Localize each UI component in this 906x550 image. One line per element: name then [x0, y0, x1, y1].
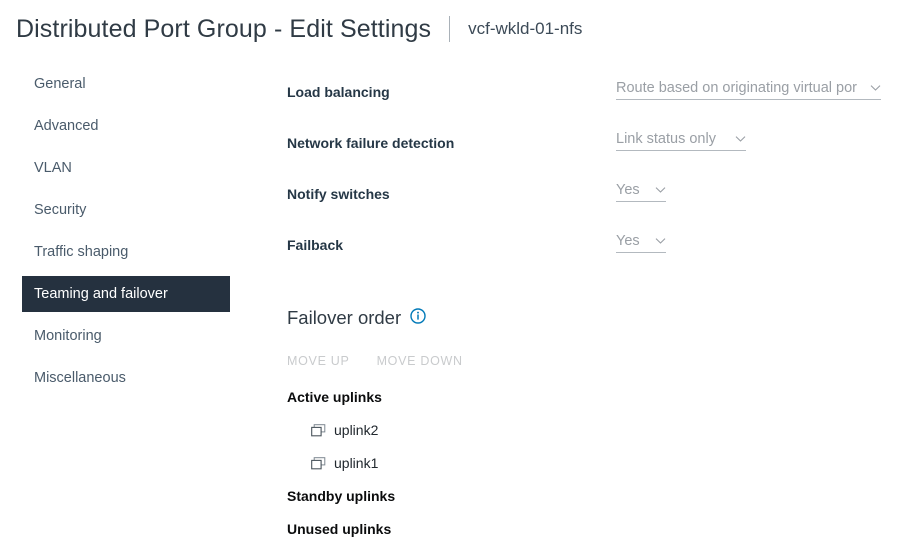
- sidebar-item-label: Advanced: [34, 118, 99, 134]
- select-value: Yes: [616, 233, 640, 249]
- uplink-port-icon: [311, 424, 326, 437]
- sidebar-item-label: Monitoring: [34, 328, 102, 344]
- form-row-notify-switches: Notify switches Yes: [287, 178, 887, 229]
- sidebar-item-label: Security: [34, 202, 86, 218]
- form-row-load-balancing: Load balancing Route based on originating…: [287, 76, 887, 127]
- select-value: Link status only: [616, 131, 716, 147]
- sidebar-item-security[interactable]: Security: [0, 192, 250, 228]
- failover-move-buttons: MOVE UP MOVE DOWN: [287, 352, 887, 370]
- chevron-down-icon: [655, 237, 666, 245]
- uplink-group-label: Unused uplinks: [287, 518, 887, 540]
- info-circle-icon[interactable]: [410, 308, 426, 329]
- move-down-button: MOVE DOWN: [377, 354, 463, 368]
- chevron-down-icon: [735, 135, 746, 143]
- sidebar-item-label: General: [34, 76, 86, 92]
- form-label: Failback: [287, 237, 343, 253]
- uplink-name: uplink1: [334, 455, 378, 471]
- sidebar-item-miscellaneous[interactable]: Miscellaneous: [0, 360, 250, 396]
- teaming-failover-form: Load balancing Route based on originating…: [287, 76, 887, 280]
- sidebar-item-vlan[interactable]: VLAN: [0, 150, 250, 186]
- failover-order-header: Failover order: [287, 306, 887, 330]
- page-subtitle: vcf-wkld-01-nfs: [468, 19, 582, 39]
- sidebar-item-general[interactable]: General: [0, 66, 250, 102]
- move-up-button: MOVE UP: [287, 354, 350, 368]
- form-row-failback: Failback Yes: [287, 229, 887, 280]
- sidebar-item-label: Teaming and failover: [34, 286, 168, 302]
- uplink-groups: Active uplinks uplink2 uplink1 Standby upli…: [287, 386, 887, 540]
- failover-order-section: Failover order MOVE UP MOVE DOWN Active u…: [287, 306, 887, 540]
- select-notify-switches[interactable]: Yes: [616, 182, 666, 202]
- sidebar-item-label: Miscellaneous: [34, 370, 126, 386]
- select-load-balancing[interactable]: Route based on originating virtual por: [616, 80, 881, 100]
- page-title: Distributed Port Group - Edit Settings: [16, 15, 431, 44]
- uplink-port-icon: [311, 457, 326, 470]
- uplink-group-label: Active uplinks: [287, 386, 887, 408]
- chevron-down-icon: [870, 84, 881, 92]
- sidebar-item-traffic-shaping[interactable]: Traffic shaping: [0, 234, 250, 270]
- select-value: Yes: [616, 182, 640, 198]
- form-label: Load balancing: [287, 84, 390, 100]
- select-value: Route based on originating virtual por: [616, 80, 857, 96]
- uplink-name: uplink2: [334, 422, 378, 438]
- form-label: Notify switches: [287, 186, 390, 202]
- sidebar-item-advanced[interactable]: Advanced: [0, 108, 250, 144]
- failover-order-title: Failover order: [287, 307, 401, 329]
- select-failback[interactable]: Yes: [616, 233, 666, 253]
- page-header: Distributed Port Group - Edit Settings v…: [0, 0, 906, 58]
- sidebar-item-monitoring[interactable]: Monitoring: [0, 318, 250, 354]
- chevron-down-icon: [655, 186, 666, 194]
- select-network-failure-detection[interactable]: Link status only: [616, 131, 746, 151]
- list-item[interactable]: uplink1: [287, 452, 887, 474]
- form-row-network-failure-detection: Network failure detection Link status onl…: [287, 127, 887, 178]
- sidebar-item-label: VLAN: [34, 160, 72, 176]
- uplink-group-label: Standby uplinks: [287, 485, 887, 507]
- sidebar-item-teaming-and-failover[interactable]: Teaming and failover: [22, 276, 230, 312]
- form-label: Network failure detection: [287, 135, 454, 151]
- header-separator: [449, 16, 450, 42]
- list-item[interactable]: uplink2: [287, 419, 887, 441]
- settings-sidebar: General Advanced VLAN Security Traffic shapi…: [0, 66, 250, 402]
- sidebar-item-label: Traffic shaping: [34, 244, 128, 260]
